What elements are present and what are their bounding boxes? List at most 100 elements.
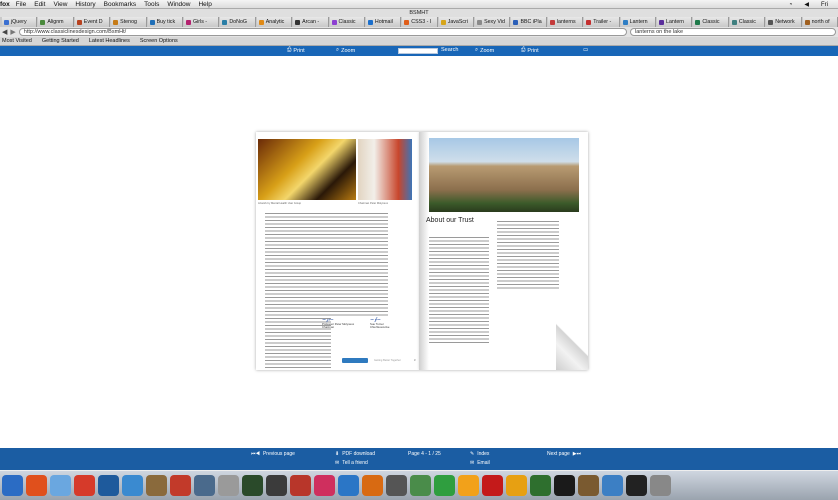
favicon-icon	[40, 19, 46, 25]
favicon-icon	[367, 19, 373, 25]
left-page[interactable]: Artwork by Mental Health User Group Chai…	[256, 132, 420, 370]
clock[interactable]: Fri	[821, 2, 828, 8]
menu-history[interactable]: History	[75, 1, 95, 8]
print-right-button[interactable]: ⎙ Print	[521, 47, 539, 54]
dock-app-icon[interactable]	[50, 475, 71, 496]
right-page[interactable]: 4	[420, 132, 588, 370]
browser-tab[interactable]: DoNoG	[220, 17, 256, 27]
browser-tab[interactable]: Stenog	[111, 17, 147, 27]
artwork-caption: Artwork by Mental Health User Group	[258, 202, 302, 205]
browser-tab[interactable]: Hotmail	[365, 17, 402, 27]
page-fold	[419, 132, 429, 370]
dock-app-icon[interactable]	[434, 475, 455, 496]
browser-tab[interactable]: lanterns	[547, 17, 584, 27]
zoom-left-button[interactable]: ⌕ Zoom	[336, 47, 355, 54]
browser-tab[interactable]: Lantern	[620, 17, 657, 27]
browser-tab[interactable]: Network	[766, 17, 802, 27]
dock-app-icon[interactable]	[602, 475, 623, 496]
browser-tab[interactable]: BBC iPla	[511, 17, 547, 27]
browser-tab[interactable]: Lantern	[657, 17, 693, 27]
browser-tab[interactable]: Arcan -	[293, 17, 329, 27]
menu-bookmarks[interactable]: Bookmarks	[104, 1, 137, 8]
browser-tab[interactable]: Classic	[729, 17, 766, 27]
menu-edit[interactable]: Edit	[34, 1, 45, 8]
dock-app-icon[interactable]	[314, 475, 335, 496]
browser-tab[interactable]: Buy tick	[147, 17, 183, 27]
dock-app-icon[interactable]	[362, 475, 383, 496]
dock-app-icon[interactable]	[482, 475, 503, 496]
previous-page-button[interactable]: ⏮◀ Previous page	[251, 451, 295, 457]
dock-app-icon[interactable]	[338, 475, 359, 496]
dock-app-icon[interactable]	[290, 475, 311, 496]
favicon-icon	[549, 19, 555, 25]
dock-app-icon[interactable]	[122, 475, 143, 496]
dock-app-icon[interactable]	[410, 475, 431, 496]
dock-app-icon[interactable]	[530, 475, 551, 496]
menu-app[interactable]: fox	[0, 1, 10, 8]
dock-app-icon[interactable]	[74, 475, 95, 496]
dock-app-icon[interactable]	[194, 475, 215, 496]
browser-tab[interactable]: Classic	[693, 17, 729, 27]
print-left-button[interactable]: ⎙ Print	[287, 47, 305, 54]
page-indicator: Page 4 - 1 / 25	[408, 451, 441, 457]
mail-icon: ✉	[470, 460, 475, 466]
menu-help[interactable]: Help	[198, 1, 211, 8]
browser-tab[interactable]: jQuery	[2, 17, 38, 27]
favicon-icon	[222, 19, 228, 25]
browser-tab[interactable]: Girls -	[183, 17, 220, 27]
dock-app-icon[interactable]	[650, 475, 671, 496]
browser-tab[interactable]: Alignm	[38, 17, 74, 27]
dock-app-icon[interactable]	[386, 475, 407, 496]
browser-tab[interactable]: Event D	[74, 17, 111, 27]
next-page-button[interactable]: Next page ▶⏭	[547, 451, 581, 457]
dock-app-icon[interactable]	[146, 475, 167, 496]
browser-tab[interactable]: Classic	[329, 17, 365, 27]
browser-tab[interactable]: CSS3 - I	[402, 17, 438, 27]
pdf-download-button[interactable]: ⬇ PDF download	[335, 451, 375, 457]
search-button[interactable]: Search	[441, 47, 458, 53]
zoom-icon: ⌕	[336, 47, 340, 53]
browser-tab[interactable]: JavaScri	[438, 17, 475, 27]
dock-app-icon[interactable]	[2, 475, 23, 496]
dock-app-icon[interactable]	[506, 475, 527, 496]
browser-tab[interactable]: Trailer -	[584, 17, 620, 27]
back-icon[interactable]: ◀	[2, 28, 7, 36]
tab-bar: jQuery Alignm Event D Stenog Buy tick Girls -…	[0, 17, 838, 27]
menu-window[interactable]: Window	[167, 1, 190, 8]
volume-icon[interactable]: ◀	[804, 1, 809, 8]
bookmark-getting-started[interactable]: Getting Started	[42, 38, 79, 44]
bookmark-latest-headlines[interactable]: Latest Headlines	[89, 38, 130, 44]
page-curl[interactable]	[556, 312, 588, 370]
menu-view[interactable]: View	[53, 1, 67, 8]
forward-icon[interactable]: ▶	[10, 28, 15, 36]
menu-file[interactable]: File	[16, 1, 26, 8]
dock-app-icon[interactable]	[266, 475, 287, 496]
tab-label: DoNoG	[229, 19, 248, 25]
fullscreen-button[interactable]: ▭	[583, 47, 588, 53]
dock-app-icon[interactable]	[98, 475, 119, 496]
email-button[interactable]: ✉ Email	[470, 460, 490, 466]
dock-app-icon[interactable]	[458, 475, 479, 496]
wifi-icon[interactable]: ◔	[789, 2, 793, 8]
zoom-right-button[interactable]: ⌕ Zoom	[475, 47, 494, 54]
browser-tab[interactable]: Sexy Vid	[475, 17, 511, 27]
dock-app-icon[interactable]	[626, 475, 647, 496]
flipbook-search-input[interactable]	[398, 48, 438, 54]
tell-a-friend-button[interactable]: ✉ Tell a friend	[335, 460, 368, 466]
index-button[interactable]: ✎ Index	[470, 451, 489, 457]
rewind-icon: ⏮◀	[251, 451, 260, 457]
url-input[interactable]: http://www.classiclinesdesign.com/BsmHt/	[18, 28, 627, 36]
dock-app-icon[interactable]	[578, 475, 599, 496]
bookmark-most-visited[interactable]: Most Visited	[2, 38, 32, 44]
menu-tools[interactable]: Tools	[144, 1, 159, 8]
dock-app-icon[interactable]	[218, 475, 239, 496]
search-input[interactable]: lanterns on the lake	[630, 28, 836, 36]
browser-tab[interactable]: Analytic	[256, 17, 293, 27]
browser-tab[interactable]: north of	[802, 17, 838, 27]
dock-app-icon[interactable]	[242, 475, 263, 496]
dock-app-icon[interactable]	[554, 475, 575, 496]
dock-app-icon[interactable]	[170, 475, 191, 496]
bookmark-screen-options[interactable]: Screen Options	[140, 38, 178, 44]
dock-app-icon[interactable]	[26, 475, 47, 496]
address-row: ◀ ▶ http://www.classiclinesdesign.com/Bs…	[0, 27, 838, 37]
